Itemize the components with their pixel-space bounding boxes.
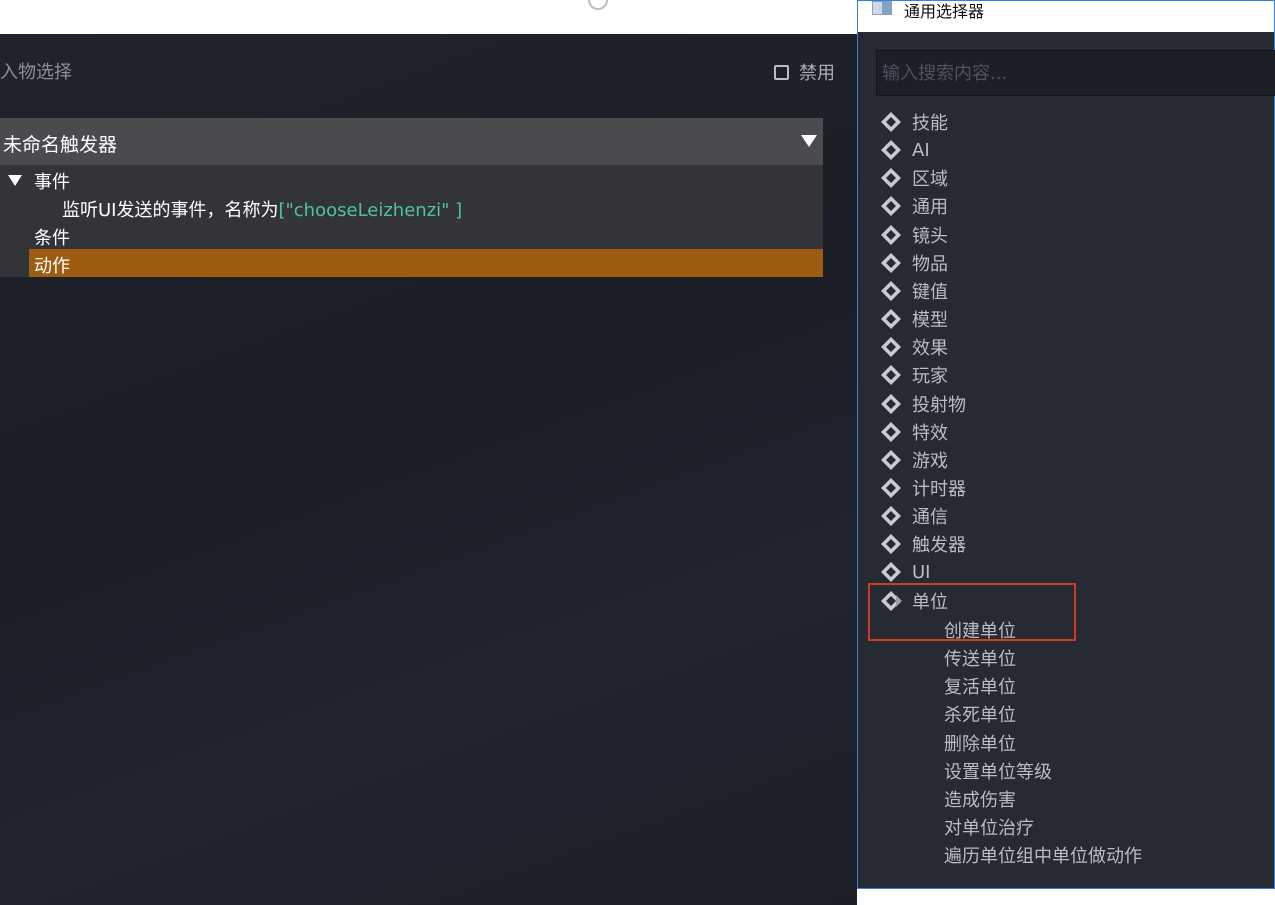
diamond-node-icon[interactable]	[880, 336, 902, 358]
event-param[interactable]: ["chooseLeizhenzi" ]	[278, 200, 462, 221]
trigger-editor: 入物选择 禁用 未命名触发器 事件 监听UI发送的事件，名称为["chooseL…	[0, 34, 858, 905]
event-label: 事件	[34, 172, 70, 193]
category-label: 键值	[912, 281, 948, 303]
trigger-name-dropdown[interactable]: 未命名触发器	[0, 118, 823, 165]
category-label: 计时器	[912, 478, 966, 500]
diamond-node-icon[interactable]	[880, 111, 902, 133]
category-label: 区域	[912, 169, 948, 191]
diamond-node-icon[interactable]	[880, 195, 902, 217]
window-app-icon	[872, 1, 892, 15]
diamond-node-icon[interactable]	[880, 505, 902, 527]
unit-subitem[interactable]: 复活单位	[944, 673, 1016, 699]
category-item[interactable]: 模型	[880, 306, 948, 332]
tree-node-condition[interactable]: 条件	[34, 224, 70, 250]
diamond-node-icon[interactable]	[880, 364, 902, 386]
condition-label: 条件	[34, 228, 70, 249]
event-text: 监听UI发送的事件，名称为	[62, 200, 279, 221]
picker-titlebar: 通用选择器	[858, 1, 1274, 32]
diamond-node-icon[interactable]	[880, 561, 902, 583]
disable-label: 禁用	[799, 63, 835, 84]
unit-subitem[interactable]: 设置单位等级	[944, 758, 1052, 784]
category-item[interactable]: 区域	[880, 165, 948, 191]
category-item[interactable]: 触发器	[880, 531, 966, 557]
diamond-node-icon[interactable]	[880, 393, 902, 415]
category-item[interactable]: 镜头	[880, 222, 948, 248]
diamond-node-icon[interactable]	[880, 477, 902, 499]
action-label: 动作	[34, 256, 70, 277]
category-label: 通用	[912, 197, 948, 219]
category-label: 模型	[912, 310, 948, 332]
category-item[interactable]: 通信	[880, 503, 948, 529]
category-label: 特效	[912, 422, 948, 444]
loading-spinner-icon	[588, 0, 608, 10]
category-label: 效果	[912, 338, 948, 360]
picker-title: 通用选择器	[904, 2, 985, 21]
category-label: 技能	[912, 113, 948, 134]
unit-subitem[interactable]: 对单位治疗	[944, 814, 1034, 840]
category-item[interactable]: 游戏	[880, 447, 948, 473]
category-label: 镜头	[912, 225, 948, 247]
tree-node-action[interactable]: 动作	[29, 249, 823, 277]
category-label: 游戏	[912, 450, 948, 472]
category-item[interactable]: 玩家	[880, 362, 948, 388]
unit-subitem[interactable]: 遍历单位组中单位做动作	[944, 842, 1142, 868]
trigger-tree: 事件 监听UI发送的事件，名称为["chooseLeizhenzi" ] 条件 …	[0, 165, 823, 277]
category-label: AI	[912, 139, 930, 161]
category-item[interactable]: AI	[880, 137, 930, 163]
generic-picker-window: 通用选择器 技能 AI 区域通用镜头物品键值模型效果玩家投射物特效游戏计时器通信触发…	[857, 0, 1275, 889]
disable-toggle[interactable]: 禁用	[774, 59, 835, 85]
search-input[interactable]	[877, 51, 1275, 95]
category-label: 触发器	[912, 535, 966, 557]
expand-triangle-icon[interactable]	[8, 175, 22, 186]
unit-subitem[interactable]: 造成伤害	[944, 786, 1016, 812]
category-label: 投射物	[912, 394, 966, 416]
diamond-node-icon[interactable]	[880, 421, 902, 443]
category-label: UI	[912, 561, 931, 583]
category-label: 物品	[912, 253, 948, 275]
diamond-node-icon[interactable]	[880, 308, 902, 330]
category-item[interactable]: 效果	[880, 334, 948, 360]
unit-subitem[interactable]: 传送单位	[944, 645, 1016, 671]
unit-subitem[interactable]: 删除单位	[944, 730, 1016, 756]
category-item[interactable]: 特效	[880, 419, 948, 445]
category-label: 通信	[912, 507, 948, 529]
diamond-node-icon[interactable]	[880, 252, 902, 274]
category-item[interactable]: 物品	[880, 250, 948, 276]
category-item[interactable]: 技能	[880, 109, 948, 135]
chevron-down-icon[interactable]	[801, 135, 817, 147]
diamond-node-icon[interactable]	[880, 280, 902, 302]
page-title: 入物选择	[0, 62, 72, 83]
event-item[interactable]: 监听UI发送的事件，名称为["chooseLeizhenzi" ]	[62, 196, 462, 222]
category-item[interactable]: 通用	[880, 193, 948, 219]
category-item[interactable]: 投射物	[880, 391, 966, 417]
category-item[interactable]: 计时器	[880, 475, 966, 501]
bottom-strip	[857, 889, 1275, 905]
diamond-node-icon[interactable]	[880, 449, 902, 471]
diamond-node-icon[interactable]	[880, 167, 902, 189]
trigger-name: 未命名触发器	[3, 134, 118, 156]
diamond-node-icon[interactable]	[880, 139, 902, 161]
category-item[interactable]: UI	[880, 559, 930, 585]
category-item[interactable]: 键值	[880, 278, 948, 304]
disable-checkbox[interactable]	[774, 64, 789, 80]
tree-node-event[interactable]: 事件	[8, 168, 70, 194]
annotation-highlight-box	[868, 583, 1076, 641]
search-box[interactable]	[876, 50, 1275, 96]
top-bar	[0, 0, 858, 34]
diamond-node-icon[interactable]	[880, 533, 902, 555]
unit-subitem[interactable]: 杀死单位	[944, 701, 1016, 727]
diamond-node-icon[interactable]	[880, 224, 902, 246]
category-label: 玩家	[912, 366, 948, 388]
